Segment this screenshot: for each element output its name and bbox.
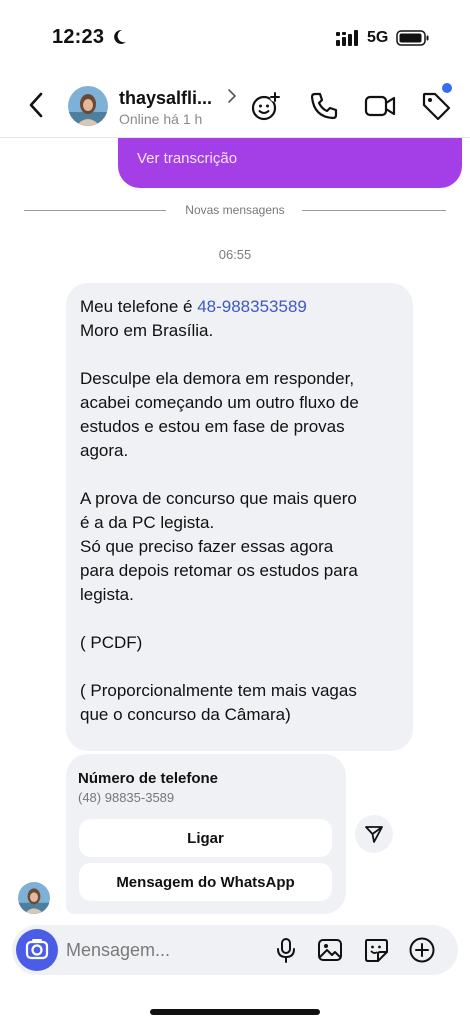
avatar[interactable] xyxy=(68,86,108,126)
effects-icon[interactable] xyxy=(250,90,282,122)
message-line: estudos e estou em fase de provas xyxy=(80,417,345,436)
message-line: ( PCDF) xyxy=(80,633,143,652)
sender-avatar-image xyxy=(18,882,50,914)
card-phone-number: (48) 98835-3589 xyxy=(78,790,175,805)
signal-icon xyxy=(336,30,358,46)
battery-icon xyxy=(396,30,429,46)
video-icon[interactable] xyxy=(364,90,396,122)
message-bubble[interactable]: Meu telefone é 48-988353589 Moro em Bras… xyxy=(66,283,413,751)
gallery-icon[interactable] xyxy=(316,936,344,964)
phone-icon[interactable] xyxy=(308,90,340,122)
sticker-icon[interactable] xyxy=(362,936,390,964)
camera-button[interactable] xyxy=(16,929,58,971)
message-line: acabei começando um outro fluxo de xyxy=(80,393,359,412)
tag-icon[interactable] xyxy=(420,90,452,122)
contact-name[interactable]: thaysalfli... xyxy=(119,88,212,109)
microphone-icon[interactable] xyxy=(272,936,300,964)
message-line: agora. xyxy=(80,441,129,460)
status-bar: 12:23 5G xyxy=(0,0,470,72)
camera-icon xyxy=(25,939,49,960)
message-line: Meu telefone é 48-988353589 xyxy=(80,295,399,319)
message-timestamp: 06:55 xyxy=(218,247,252,262)
transcription-bubble[interactable]: Ver transcrição xyxy=(118,138,462,188)
message-line: legista. xyxy=(80,585,134,604)
message-input[interactable] xyxy=(66,925,256,975)
message-line: para depois retomar os estudos para xyxy=(80,561,358,580)
divider-line-right xyxy=(302,210,446,211)
message-composer xyxy=(12,925,458,975)
home-indicator[interactable] xyxy=(150,1009,320,1015)
whatsapp-button[interactable]: Mensagem do WhatsApp xyxy=(79,863,332,901)
share-button[interactable] xyxy=(355,815,393,853)
sender-avatar[interactable] xyxy=(18,882,50,914)
message-line: Desculpe ela demora em responder, xyxy=(80,369,355,388)
message-line: Só que preciso fazer essas agora xyxy=(80,537,334,556)
message-line: que o concurso da Câmara) xyxy=(80,705,291,724)
transcription-link[interactable]: Ver transcrição xyxy=(137,150,237,167)
message-line: A prova de concurso que mais quero xyxy=(80,489,357,508)
phone-number-card: Número de telefone (48) 98835-3589 Ligar… xyxy=(66,754,346,914)
chevron-right-icon[interactable] xyxy=(226,88,238,104)
message-line: é a da PC legista. xyxy=(80,513,215,532)
send-icon xyxy=(365,826,383,843)
message-line: Moro em Brasília. xyxy=(80,321,214,340)
phone-link[interactable]: 48-988353589 xyxy=(197,297,307,316)
contact-status: Online há 1 h xyxy=(119,111,203,127)
message-text: Meu telefone é xyxy=(80,297,198,316)
message-line: ( Proporcionalmente tem mais vagas xyxy=(80,681,357,700)
call-button[interactable]: Ligar xyxy=(79,819,332,857)
notification-dot xyxy=(442,83,452,93)
network-label: 5G xyxy=(367,29,389,46)
avatar-image xyxy=(68,86,108,126)
back-icon[interactable] xyxy=(22,90,52,120)
chat-header: thaysalfli... Online há 1 h xyxy=(0,72,470,138)
new-messages-divider: Novas mensagens xyxy=(24,200,446,220)
card-title: Número de telefone xyxy=(78,770,219,787)
moon-icon xyxy=(114,29,126,44)
status-time: 12:23 xyxy=(52,26,105,48)
add-icon[interactable] xyxy=(408,936,436,964)
